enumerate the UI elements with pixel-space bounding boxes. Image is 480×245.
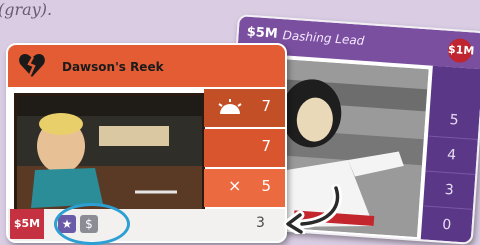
- footer-value: 3: [256, 215, 265, 231]
- card-title: Dashing Lead: [282, 28, 365, 48]
- stat-column: 7 7 × 5: [204, 89, 285, 211]
- cost-badge: $1M: [447, 37, 475, 64]
- card-footer: [8, 209, 285, 241]
- stat-value: 5: [427, 101, 480, 141]
- curved-arrow-icon: [283, 184, 342, 234]
- stat-value: 7: [261, 97, 271, 115]
- card-title: Dawson's Reek: [62, 60, 164, 74]
- multiply-icon: ×: [228, 176, 242, 195]
- caption-text: (gray).: [0, 0, 53, 19]
- stat-row-multiply: × 5: [204, 169, 285, 207]
- stat-row-plain: 7: [204, 129, 285, 167]
- character-illustration: [17, 96, 202, 218]
- card-header: Dawson's Reek: [8, 45, 285, 87]
- card-cost: $5M: [246, 24, 279, 42]
- stat-row-sun: 7: [204, 89, 285, 127]
- highlight-circle: [54, 203, 130, 245]
- sun-icon: [218, 99, 242, 114]
- stat-column: 5 4 3 0: [420, 65, 480, 245]
- stat-value: 3: [423, 171, 476, 210]
- card-art: [14, 93, 205, 221]
- stat-value: 7: [261, 137, 271, 155]
- broken-heart-icon: [19, 54, 45, 77]
- stat-value: 0: [420, 206, 473, 245]
- footer-cost: $5M: [10, 209, 44, 239]
- stat-spacer: [430, 66, 480, 105]
- stat-value: 5: [261, 177, 271, 195]
- stat-value: 4: [425, 136, 478, 175]
- dawsons-reek-card[interactable]: Dawson's Reek 7 7 × 5 $5M ★ $ 3: [6, 43, 287, 243]
